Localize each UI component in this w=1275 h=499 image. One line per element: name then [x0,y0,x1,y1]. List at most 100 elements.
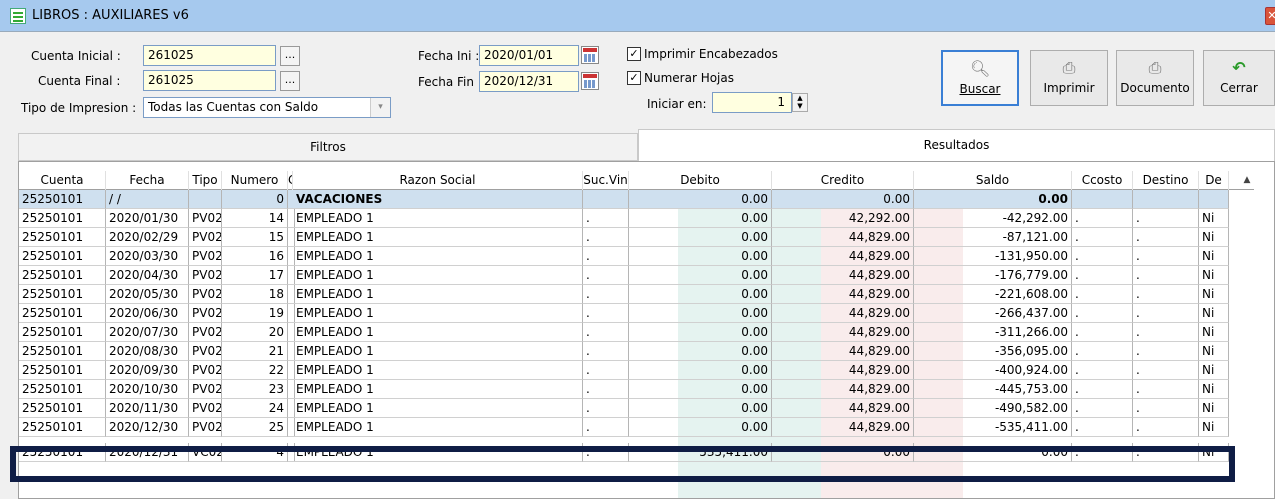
table-cell: 25250101 [19,323,106,342]
table-cell: 42,292.00 [772,209,914,228]
table-cell: Ni [1199,361,1229,380]
column-header[interactable]: Razon Social [293,171,583,190]
table-cell: PV02 [189,266,222,285]
tab-resultados[interactable]: Resultados [638,129,1275,161]
fecha-fin-input[interactable]: 2020/12/31 [479,71,579,92]
table-cell: . [1072,418,1133,437]
table-cell: . [583,380,629,399]
column-header[interactable]: Credito [772,171,914,190]
table-cell: -266,437.00 [914,304,1072,323]
table-cell: EMPLEADO 1 [293,323,583,342]
document-icon: ⎙ [1148,58,1162,77]
column-header[interactable]: Ccosto [1072,171,1133,190]
table-cell: EMPLEADO 1 [293,399,583,418]
table-row[interactable]: 25250101 2020/05/30 PV02 18 EMPLEADO 1. 0.00 4… [19,285,1254,304]
table-cell: 25250101 [19,190,106,209]
column-header[interactable]: Cuenta [19,171,106,190]
column-header[interactable]: Fecha [106,171,189,190]
table-cell: Ni [1199,399,1229,418]
scroll-up-icon[interactable]: ▲ [1240,171,1254,190]
column-header[interactable]: Numero [222,171,288,190]
table-row[interactable]: 25250101 2020/12/30 PV02 25 EMPLEADO 1. 0.00 4… [19,418,1254,437]
table-row[interactable]: 25250101/ /0 VACACIONES 0.00 0.00 0.00 [19,190,1254,209]
tipo-impresion-select[interactable]: Todas las Cuentas con Saldo [143,97,391,118]
app-icon [10,8,26,24]
fecha-ini-input[interactable]: 2020/01/01 [479,45,579,66]
column-header[interactable]: Saldo [914,171,1072,190]
title-bar: LIBROS : AUXILIARES v6 ✕ [0,0,1275,32]
column-header[interactable]: De [1199,171,1229,190]
undo-arrow-icon: ↶ [1232,58,1246,77]
table-cell: EMPLEADO 1 [293,247,583,266]
table-cell: Ni [1199,342,1229,361]
table-cell [189,190,222,209]
calendar-icon[interactable] [581,46,599,64]
cuenta-final-browse-button[interactable]: ... [280,71,300,91]
table-cell: 2020/03/30 [106,247,189,266]
cerrar-label: Cerrar [1220,81,1258,95]
iniciar-en-input[interactable]: 1 [712,92,792,113]
table-cell [1133,190,1199,209]
table-cell: . [1072,342,1133,361]
table-cell: 25250101 [19,228,106,247]
table-cell: . [1133,247,1199,266]
iniciar-en-label: Iniciar en: [647,97,707,111]
close-window-icon[interactable]: ✕ [1265,7,1275,25]
table-cell: VACACIONES [293,190,583,209]
table-cell: EMPLEADO 1 [293,418,583,437]
window-title: LIBROS : AUXILIARES v6 [32,8,189,23]
table-cell: . [1072,247,1133,266]
cuenta-final-label: Cuenta Final : [38,74,121,88]
table-cell: 44,829.00 [772,266,914,285]
imprimir-encabezados-checkbox[interactable]: ✓ [627,47,641,61]
spinner-icon[interactable]: ▲ ▼ [792,93,808,112]
cerrar-button[interactable]: ↶ Cerrar [1203,50,1275,106]
table-cell: 44,829.00 [772,342,914,361]
cuenta-inicial-browse-button[interactable]: ... [280,46,300,66]
table-row[interactable]: 25250101 2020/06/30 PV02 19 EMPLEADO 1. 0.00 4… [19,304,1254,323]
table-cell: EMPLEADO 1 [293,266,583,285]
table-row[interactable]: 25250101 2020/09/30 PV02 22 EMPLEADO 1. 0.00 4… [19,361,1254,380]
table-row[interactable]: 25250101 2020/08/30 PV02 21 EMPLEADO 1. 0.00 4… [19,342,1254,361]
table-cell [1072,190,1133,209]
calendar-icon[interactable] [581,72,599,90]
table-cell: 2020/09/30 [106,361,189,380]
table-cell: -42,292.00 [914,209,1072,228]
table-cell: 44,829.00 [772,247,914,266]
table-row[interactable]: 25250101 2020/10/30 PV02 23 EMPLEADO 1. 0.00 4… [19,380,1254,399]
table-cell: . [583,209,629,228]
table-cell: 44,829.00 [772,304,914,323]
table-cell: . [1133,209,1199,228]
table-cell: 2020/08/30 [106,342,189,361]
cuenta-final-input[interactable]: 261025 [143,70,276,91]
column-header[interactable]: Tipo [189,171,222,190]
documento-button[interactable]: ⎙ Documento [1116,50,1194,106]
table-cell: 17 [222,266,288,285]
table-cell: 0.00 [629,323,772,342]
table-cell: 25250101 [19,361,106,380]
buscar-button[interactable]: 🔍︎ Buscar [941,50,1019,106]
imprimir-label: Imprimir [1043,81,1095,95]
cuenta-inicial-input[interactable]: 261025 [143,45,276,66]
table-row[interactable]: 25250101 2020/04/30 PV02 17 EMPLEADO 1. 0.00 4… [19,266,1254,285]
table-cell: Ni [1199,266,1229,285]
imprimir-button[interactable]: ⎙ Imprimir [1030,50,1108,106]
table-row[interactable]: 25250101 2020/01/30 PV02 14 EMPLEADO 1. 0.00 4… [19,209,1254,228]
table-cell: 25250101 [19,247,106,266]
table-row[interactable]: 25250101 2020/02/29 PV02 15 EMPLEADO 1. 0.00 4… [19,228,1254,247]
column-header[interactable]: Suc.Vin [583,171,629,190]
column-header[interactable]: Debito [629,171,772,190]
table-cell: 16 [222,247,288,266]
table-row[interactable]: 25250101 2020/07/30 PV02 20 EMPLEADO 1. 0.00 4… [19,323,1254,342]
numerar-hojas-checkbox[interactable]: ✓ [627,71,641,85]
table-cell: . [583,247,629,266]
table-cell: 0.00 [629,399,772,418]
table-cell: 2020/06/30 [106,304,189,323]
fecha-ini-label: Fecha Ini : [418,49,480,63]
dropdown-arrow-icon[interactable]: ▾ [370,98,390,117]
table-cell: / / [106,190,189,209]
table-row[interactable]: 25250101 2020/11/30 PV02 24 EMPLEADO 1. 0.00 4… [19,399,1254,418]
table-row[interactable]: 25250101 2020/03/30 PV02 16 EMPLEADO 1. 0.00 4… [19,247,1254,266]
tab-filtros[interactable]: Filtros [18,133,638,161]
column-header[interactable]: Destino [1133,171,1199,190]
